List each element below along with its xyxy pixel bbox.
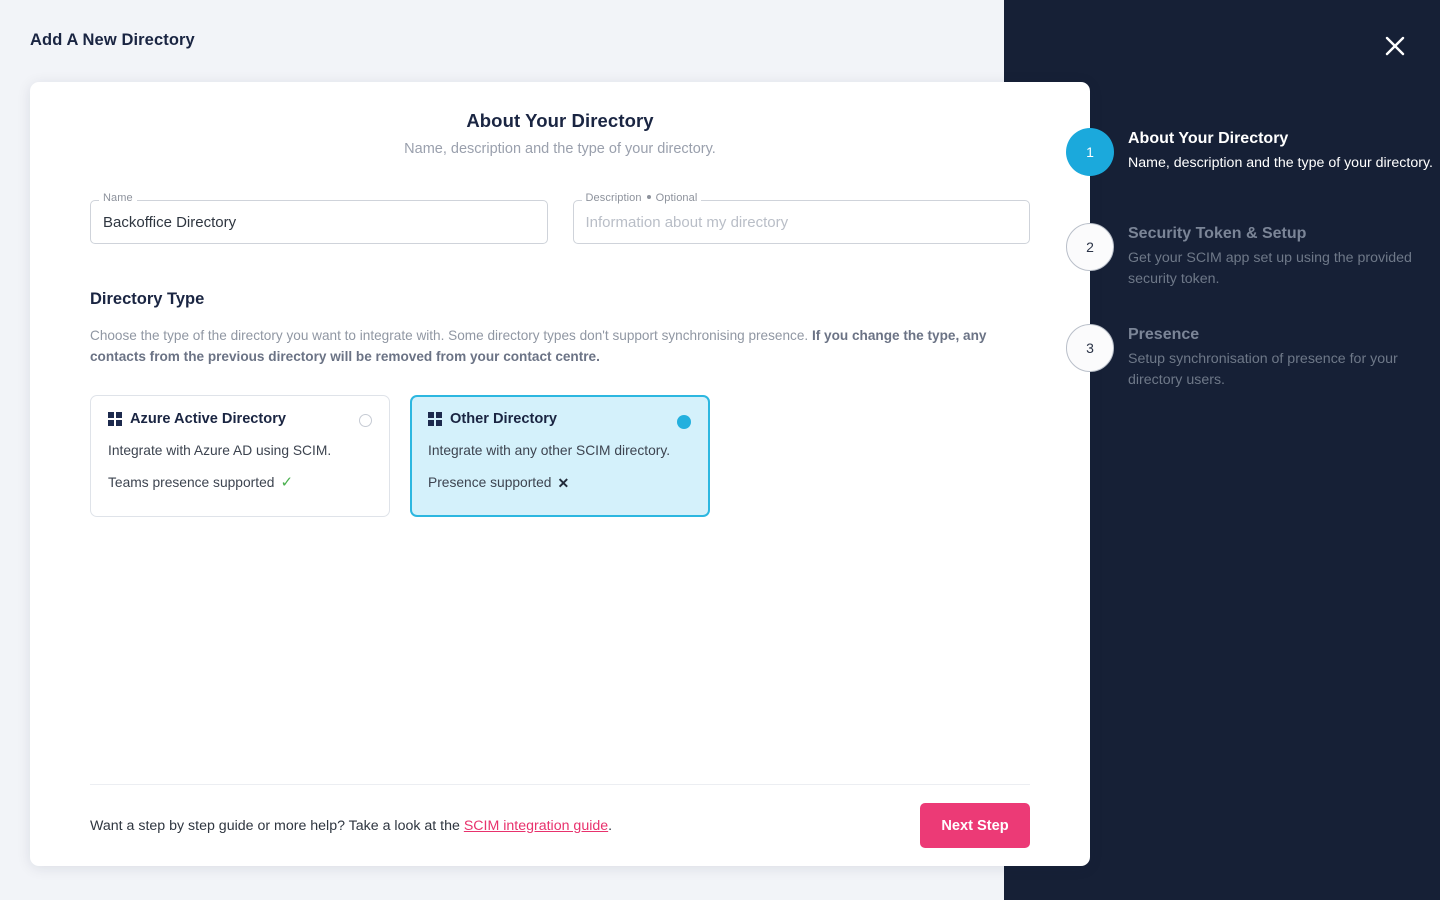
directory-type-description-plain: Choose the type of the directory you wan… <box>90 328 812 343</box>
description-label-text: Description <box>586 192 642 204</box>
wizard-steps: 1 About Your Directory Name, description… <box>1066 128 1436 428</box>
name-input[interactable]: Backoffice Directory <box>90 200 548 244</box>
help-text-before: Want a step by step guide or more help? … <box>90 818 464 834</box>
form-fields: Name Backoffice Directory DescriptionOpt… <box>90 200 1030 244</box>
option-presence-status: Teams presence supported ✓ <box>108 475 372 490</box>
cross-icon: ✕ <box>558 476 570 490</box>
card-footer: Want a step by step guide or more help? … <box>90 785 1030 866</box>
step-description: Get your SCIM app set up using the provi… <box>1128 248 1436 290</box>
scim-integration-guide-link[interactable]: SCIM integration guide <box>464 818 608 834</box>
option-presence-label: Teams presence supported <box>108 475 274 490</box>
step-title: Security Token & Setup <box>1128 223 1436 245</box>
step-number-badge: 3 <box>1066 324 1114 372</box>
close-icon <box>1384 35 1406 57</box>
option-radio-unselected[interactable] <box>359 414 372 427</box>
help-text-after: . <box>608 818 612 834</box>
description-field-label: Description Optional <box>582 192 702 204</box>
directory-type-options: Azure Active Directory Integrate with Az… <box>90 395 1090 517</box>
grid-squares-icon <box>428 412 442 426</box>
next-step-button[interactable]: Next Step <box>920 803 1030 848</box>
option-header: Other Directory <box>428 411 692 427</box>
step-item-presence[interactable]: 3 Presence Setup synchronisation of pres… <box>1066 324 1436 391</box>
step-item-about-your-directory[interactable]: 1 About Your Directory Name, description… <box>1066 128 1436 186</box>
name-field-label: Name <box>99 192 137 204</box>
description-optional-text: Optional <box>656 192 698 204</box>
step-title: About Your Directory <box>1128 128 1436 150</box>
help-text: Want a step by step guide or more help? … <box>90 818 612 834</box>
name-field-wrapper: Name Backoffice Directory <box>90 200 548 244</box>
option-radio-selected[interactable] <box>677 415 691 429</box>
option-title: Other Directory <box>450 411 557 427</box>
option-other-directory[interactable]: Other Directory Integrate with any other… <box>410 395 710 517</box>
option-azure-active-directory[interactable]: Azure Active Directory Integrate with Az… <box>90 395 390 517</box>
step-title: Presence <box>1128 324 1436 346</box>
description-field-wrapper: DescriptionOptional Information about my… <box>573 200 1031 244</box>
description-input[interactable]: Information about my directory <box>573 200 1031 244</box>
card-title: About Your Directory <box>30 110 1090 132</box>
close-button[interactable] <box>1378 29 1412 63</box>
bullet-separator-icon <box>647 195 651 199</box>
step-item-security-token-and-setup[interactable]: 2 Security Token & Setup Get your SCIM a… <box>1066 223 1436 290</box>
option-description: Integrate with any other SCIM directory. <box>428 443 692 458</box>
option-header: Azure Active Directory <box>108 411 372 427</box>
grid-squares-icon <box>108 412 122 426</box>
option-title: Azure Active Directory <box>130 411 286 427</box>
option-description: Integrate with Azure AD using SCIM. <box>108 443 372 458</box>
option-presence-status: Presence supported ✕ <box>428 475 692 490</box>
option-presence-label: Presence supported <box>428 475 552 490</box>
step-number-badge: 1 <box>1066 128 1114 176</box>
directory-wizard-card: About Your Directory Name, description a… <box>30 82 1090 866</box>
page-title: Add A New Directory <box>30 31 195 50</box>
card-header: About Your Directory Name, description a… <box>30 82 1090 157</box>
card-subtitle: Name, description and the type of your d… <box>30 141 1090 157</box>
step-description: Setup synchronisation of presence for yo… <box>1128 349 1436 391</box>
step-number-badge: 2 <box>1066 223 1114 271</box>
step-description: Name, description and the type of your d… <box>1128 153 1436 174</box>
directory-type-description: Choose the type of the directory you wan… <box>90 325 1030 367</box>
directory-type-heading: Directory Type <box>90 290 1090 309</box>
check-icon: ✓ <box>280 475 293 490</box>
